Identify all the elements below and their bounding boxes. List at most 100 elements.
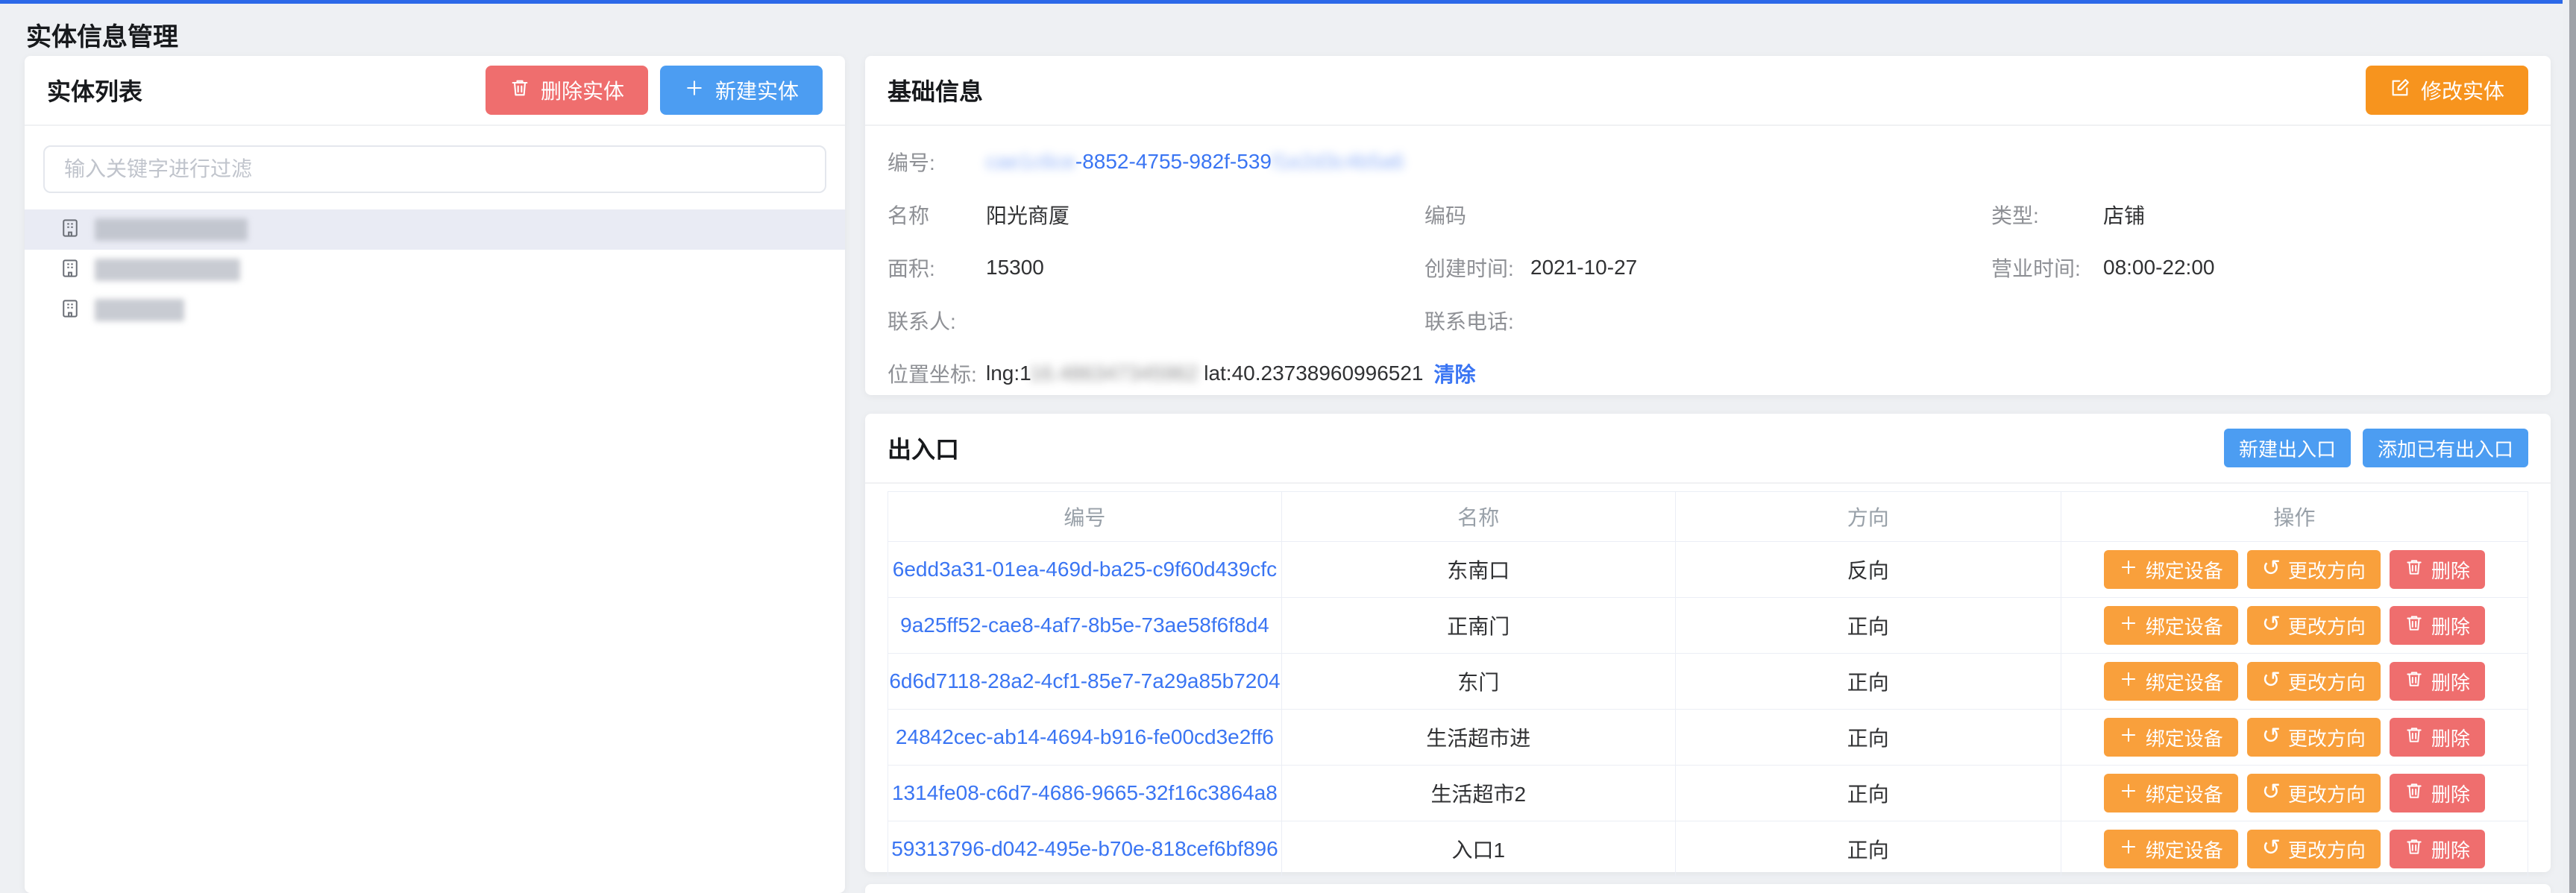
- bind-device-label: 绑定设备: [2146, 836, 2223, 863]
- plus-icon: [2119, 669, 2138, 694]
- entrances-title: 出入口: [888, 431, 959, 465]
- delete-entrance-button[interactable]: 删除: [2390, 662, 2485, 701]
- plus-icon: [2119, 781, 2138, 806]
- change-direction-button[interactable]: ↺ 更改方向: [2247, 830, 2381, 868]
- name-label: 名称: [888, 200, 986, 230]
- create-entrance-label: 新建出入口: [2239, 435, 2336, 462]
- plus-icon: [2119, 558, 2138, 582]
- coords-label: 位置坐标:: [888, 359, 986, 388]
- delete-entity-button[interactable]: 删除实体: [486, 66, 648, 115]
- delete-entrance-label: 删除: [2431, 836, 2470, 863]
- trash-icon: [2404, 558, 2424, 582]
- delete-entrance-button[interactable]: 删除: [2390, 774, 2485, 812]
- entrance-direction: 正向: [1675, 654, 2061, 710]
- entrance-name: 生活超市2: [1281, 766, 1675, 821]
- header-direction: 方向: [1675, 492, 2061, 542]
- bind-device-button[interactable]: 绑定设备: [2104, 830, 2238, 868]
- rotate-icon: ↺: [2262, 558, 2281, 580]
- delete-entrance-label: 删除: [2431, 780, 2470, 807]
- basic-info-title: 基础信息: [888, 73, 983, 107]
- bind-device-label: 绑定设备: [2146, 612, 2223, 640]
- entity-list-item[interactable]: [25, 290, 845, 330]
- coords-value: lng:116.486347345962 lat:40.237389609965…: [986, 362, 1424, 385]
- entrance-id-link[interactable]: 6d6d7118-28a2-4cf1-85e7-7a29a85b7204: [889, 669, 1280, 692]
- name-value: 阳光商厦: [986, 200, 1069, 230]
- change-direction-button[interactable]: ↺ 更改方向: [2247, 550, 2381, 589]
- row-operations: 绑定设备 ↺ 更改方向 删除: [2062, 766, 2527, 820]
- bind-device-button[interactable]: 绑定设备: [2104, 606, 2238, 645]
- row-operations: 绑定设备 ↺ 更改方向 删除: [2062, 599, 2527, 652]
- trash-icon: [2404, 725, 2424, 750]
- delete-entrance-label: 删除: [2431, 556, 2470, 584]
- entrance-name: 东南口: [1281, 542, 1675, 598]
- hours-value: 08:00-22:00: [2103, 256, 2214, 280]
- table-row: 1314fe08-c6d7-4686-9665-32f16c3864a8 生活超…: [888, 766, 2528, 821]
- change-direction-button[interactable]: ↺ 更改方向: [2247, 662, 2381, 701]
- entrance-id-link[interactable]: 9a25ff52-cae8-4af7-8b5e-73ae58f6f8d4: [900, 613, 1269, 637]
- bind-device-label: 绑定设备: [2146, 668, 2223, 695]
- page-scrollbar[interactable]: [2563, 0, 2576, 893]
- create-entrance-button[interactable]: 新建出入口: [2224, 429, 2351, 467]
- trash-icon: [2404, 613, 2424, 638]
- bind-device-button[interactable]: 绑定设备: [2104, 774, 2238, 812]
- add-existing-entrance-button[interactable]: 添加已有出入口: [2363, 429, 2528, 467]
- entity-list-item[interactable]: [25, 209, 845, 250]
- entrance-table-body: 6edd3a31-01ea-469d-ba25-c9f60d439cfc 东南口…: [888, 542, 2528, 877]
- basic-info-body: 编号: cae1c6ce-8852-4755-982f-539f1e2d3c4b…: [865, 126, 2551, 400]
- add-existing-entrance-label: 添加已有出入口: [2378, 435, 2513, 462]
- plus-icon: [2119, 837, 2138, 862]
- bind-device-button[interactable]: 绑定设备: [2104, 718, 2238, 757]
- entity-name-redacted: [95, 218, 248, 241]
- edit-entity-button[interactable]: 修改实体: [2366, 66, 2528, 115]
- table-row: 6edd3a31-01ea-469d-ba25-c9f60d439cfc 东南口…: [888, 542, 2528, 598]
- entrances-table: 编号 名称 方向 操作 6edd3a31-01ea-469d-ba25-c9f6…: [888, 491, 2528, 877]
- bind-device-button[interactable]: 绑定设备: [2104, 662, 2238, 701]
- entrance-id-link[interactable]: 1314fe08-c6d7-4686-9665-32f16c3864a8: [892, 781, 1278, 804]
- table-header-row: 编号 名称 方向 操作: [888, 492, 2528, 542]
- change-direction-button[interactable]: ↺ 更改方向: [2247, 774, 2381, 812]
- clear-coords-link[interactable]: 清除: [1434, 359, 1476, 388]
- entrance-name: 生活超市进: [1281, 710, 1675, 766]
- page-title: 实体信息管理: [26, 16, 178, 53]
- area-label: 面积:: [888, 253, 986, 283]
- delete-entrance-button[interactable]: 删除: [2390, 550, 2485, 589]
- table-row: 24842cec-ab14-4694-b916-fe00cd3e2ff6 生活超…: [888, 710, 2528, 766]
- rotate-icon: ↺: [2262, 725, 2281, 748]
- create-entity-button[interactable]: 新建实体: [660, 66, 823, 115]
- entrance-id-link[interactable]: 24842cec-ab14-4694-b916-fe00cd3e2ff6: [896, 725, 1274, 748]
- row-operations: 绑定设备 ↺ 更改方向 删除: [2062, 710, 2527, 764]
- top-accent-bar: [0, 0, 2576, 4]
- entrance-direction: 正向: [1675, 710, 2061, 766]
- rotate-icon: ↺: [2262, 669, 2281, 692]
- entrance-direction: 正向: [1675, 821, 2061, 877]
- delete-entrance-button[interactable]: 删除: [2390, 606, 2485, 645]
- delete-entrance-button[interactable]: 删除: [2390, 718, 2485, 757]
- entity-list-header: 实体列表 删除实体 新建实体: [25, 56, 845, 126]
- create-entity-label: 新建实体: [715, 75, 799, 105]
- entity-list-panel: 实体列表 删除实体 新建实体: [25, 56, 845, 893]
- entity-list: [25, 209, 845, 330]
- table-row: 6d6d7118-28a2-4cf1-85e7-7a29a85b7204 东门 …: [888, 654, 2528, 710]
- header-id: 编号: [888, 492, 1282, 542]
- entity-name-redacted: [95, 299, 184, 321]
- rotate-icon: ↺: [2262, 837, 2281, 859]
- entity-number-value[interactable]: cae1c6ce-8852-4755-982f-539f1e2d3c4b5a6: [986, 150, 1404, 174]
- area-value: 15300: [986, 256, 1044, 280]
- search-input[interactable]: [43, 145, 826, 193]
- entity-list-item[interactable]: [25, 250, 845, 290]
- delete-entrance-button[interactable]: 删除: [2390, 830, 2485, 868]
- bind-device-button[interactable]: 绑定设备: [2104, 550, 2238, 589]
- code-label: 编码: [1424, 200, 1530, 230]
- change-direction-button[interactable]: ↺ 更改方向: [2247, 606, 2381, 645]
- edit-icon: [2390, 78, 2410, 104]
- hours-label: 营业时间:: [1991, 253, 2103, 283]
- entrance-id-link[interactable]: 6edd3a31-01ea-469d-ba25-c9f60d439cfc: [893, 558, 1277, 581]
- next-card-edge: [865, 884, 2551, 893]
- scrollbar-thumb[interactable]: [2569, 0, 2576, 893]
- change-direction-button[interactable]: ↺ 更改方向: [2247, 718, 2381, 757]
- plus-icon: [684, 78, 705, 104]
- row-operations: 绑定设备 ↺ 更改方向 删除: [2062, 822, 2527, 876]
- entrance-id-link[interactable]: 59313796-d042-495e-b70e-818cef6bf896: [891, 837, 1278, 860]
- contact-label: 联系人:: [888, 306, 986, 335]
- building-icon: [59, 257, 81, 283]
